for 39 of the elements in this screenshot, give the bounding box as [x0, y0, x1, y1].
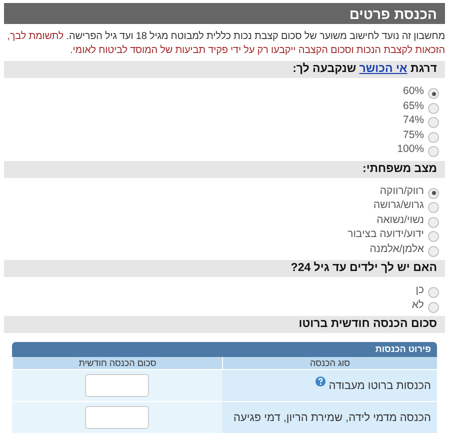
- radio-button[interactable]: [428, 202, 439, 214]
- radio-label: 65%: [402, 100, 424, 112]
- radio-button[interactable]: [428, 287, 439, 298]
- radio-label: רווק/רווקה: [380, 184, 424, 197]
- income-type-label: הכנסה מדמי לידה, שמירת הריון, דמי פגיעה: [233, 412, 431, 424]
- column-header: סוג הכנסה: [222, 357, 437, 369]
- section-heading: סכום הכנסה חודשית ברוטו: [4, 316, 445, 333]
- radio-label: 100%: [397, 143, 424, 156]
- radio-button[interactable]: [428, 188, 439, 199]
- page-title: הכנסת פרטים: [349, 6, 437, 22]
- radio-label: ידוע/ידועה בציבור: [348, 228, 424, 240]
- section-heading: האם יש לך ילדים עד גיל 24?: [4, 260, 445, 277]
- radio-button[interactable]: [428, 231, 439, 242]
- radio-label: גרוש/גרושה: [374, 199, 424, 212]
- radio-button[interactable]: [428, 246, 439, 257]
- radio-label: 60%: [402, 85, 424, 98]
- radio-label: 75%: [402, 128, 424, 141]
- radio-button[interactable]: [428, 132, 439, 143]
- radio-button[interactable]: [428, 146, 439, 158]
- income-type-label: הכנסות ברוטו מעבודה: [328, 380, 431, 392]
- radio-button[interactable]: [428, 117, 439, 128]
- radio-label: 74%: [402, 114, 424, 126]
- radio-button[interactable]: [428, 88, 439, 100]
- radio-label: כן: [416, 284, 424, 296]
- column-header: סכום הכנסה חודשית: [12, 357, 222, 369]
- radio-button[interactable]: [428, 302, 439, 313]
- section-heading: מצב משפחתי:: [4, 160, 445, 178]
- amount-input[interactable]: [85, 374, 149, 397]
- radio-button[interactable]: [428, 102, 439, 114]
- radio-label: נשוי/נשואה: [376, 214, 424, 226]
- amount-input[interactable]: [85, 406, 149, 429]
- help-icon[interactable]: [314, 376, 326, 387]
- radio-label: לא: [412, 298, 424, 311]
- info-link[interactable]: אי הכושר: [359, 63, 408, 75]
- radio-label: אלמן/אלמנה: [370, 242, 424, 255]
- intro-text: מחשבון זה נועד לחישוב משוער של סכום קצבת נכות כללית למבוטח מגיל 18 ועד גיל הפרישה. לתשומת לבך, הזכאות לקצבת הנכות וסכום הקצבה ייקבעו רק על ידי פקיד תביעות של המוסד לביטוח לאומי.: [6, 30, 445, 58]
- section-heading: דרגת אי הכושר שנקבעה לך:: [4, 61, 445, 78]
- radio-button[interactable]: [428, 216, 439, 228]
- table-title: פירוט הכנסות: [12, 342, 437, 357]
